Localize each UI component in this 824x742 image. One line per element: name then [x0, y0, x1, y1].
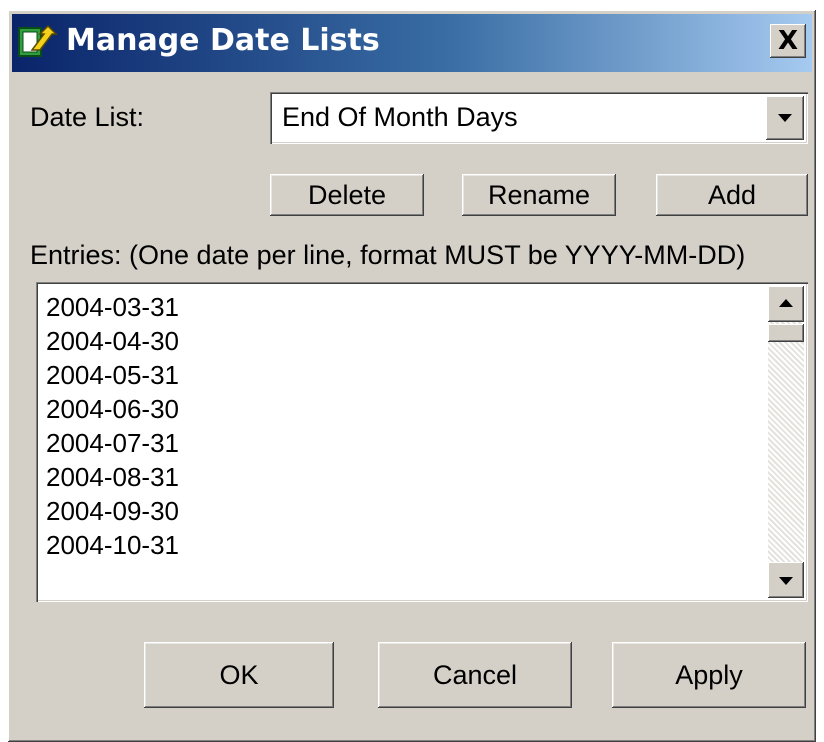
folder-arrow-icon — [18, 24, 58, 60]
entries-label: Entries: (One date per line, format MUST… — [30, 240, 746, 270]
scroll-down-button[interactable] — [768, 562, 804, 598]
scroll-up-button[interactable] — [768, 286, 804, 322]
ok-button[interactable]: OK — [144, 642, 334, 708]
date-list-label: Date List: — [30, 102, 145, 132]
list-item: 2004-04-30 — [46, 326, 179, 356]
cancel-button[interactable]: Cancel — [378, 642, 572, 708]
vertical-scrollbar[interactable] — [768, 286, 804, 598]
entries-textarea[interactable]: 2004-03-31 2004-04-30 2004-05-31 2004-06… — [36, 282, 808, 602]
add-button[interactable]: Add — [656, 174, 808, 216]
window-title: Manage Date Lists — [66, 23, 380, 58]
list-item: 2004-09-30 — [46, 496, 179, 526]
scrollbar-thumb[interactable] — [768, 324, 804, 342]
list-item: 2004-08-31 — [46, 462, 179, 492]
delete-button[interactable]: Delete — [270, 174, 424, 216]
list-item: 2004-03-31 — [46, 292, 179, 322]
list-item: 2004-10-31 — [46, 530, 179, 560]
title-bar[interactable]: Manage Date Lists X — [12, 14, 812, 72]
manage-date-lists-dialog: Manage Date Lists X Date List: End Of Mo… — [8, 10, 816, 742]
date-list-selected-value: End Of Month Days — [282, 102, 518, 132]
rename-button[interactable]: Rename — [462, 174, 616, 216]
list-item: 2004-07-31 — [46, 428, 179, 458]
chevron-down-icon — [778, 114, 792, 122]
scroll-up-arrow-icon — [779, 299, 793, 307]
entries-list: 2004-03-31 2004-04-30 2004-05-31 2004-06… — [46, 290, 179, 562]
list-item: 2004-05-31 — [46, 360, 179, 390]
close-button[interactable]: X — [770, 24, 806, 58]
scroll-down-arrow-icon — [779, 577, 793, 585]
list-item: 2004-06-30 — [46, 394, 179, 424]
apply-button[interactable]: Apply — [612, 642, 806, 708]
close-icon: X — [777, 26, 799, 56]
date-list-dropdown[interactable]: End Of Month Days — [270, 92, 808, 144]
dropdown-button[interactable] — [766, 96, 804, 140]
